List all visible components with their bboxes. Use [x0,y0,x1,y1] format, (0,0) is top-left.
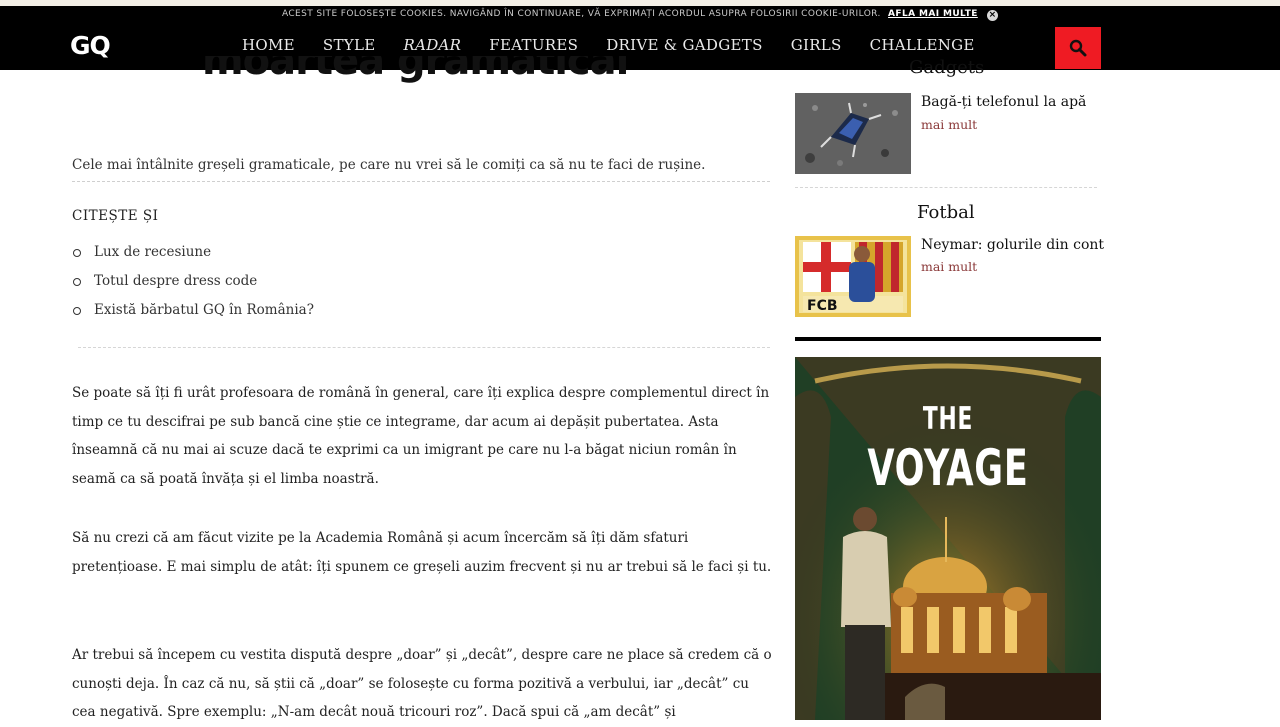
more-link[interactable]: mai mult [921,259,977,274]
football-thumbnail[interactable]: FCB [795,236,911,317]
article-paragraph: Se poate să îți fi urât profesoara de ro… [72,385,770,487]
nav-features[interactable]: FEATURES [489,36,578,54]
search-icon [1069,39,1087,57]
close-icon[interactable]: × [987,10,999,21]
related-link[interactable]: Există bărbatul GQ în România? [72,302,314,331]
cookie-more-link[interactable]: AFLA MAI MULTE [888,9,978,19]
gadget-thumbnail[interactable] [795,93,911,174]
divider [78,347,770,348]
more-link[interactable]: mai mult [921,117,977,132]
article-paragraph: Ar trebui să începem cu vestita dispută … [72,647,772,720]
ad-title-line2: VOYAGE [867,439,1029,497]
advertisement-banner[interactable]: THE VOYAGE [795,357,1101,720]
sidebar-section-title: Gadgets [909,59,985,78]
main-nav: HOME STYLE RADAR FEATURES DRIVE & GADGET… [242,36,1003,54]
nav-home[interactable]: HOME [242,36,295,54]
cookie-bar: ACEST SITE FOLOSEȘTE COOKIES. NAVIGÂND Î… [0,9,1280,25]
gadget-photo [795,93,911,174]
cookie-text: ACEST SITE FOLOSEȘTE COOKIES. NAVIGÂND Î… [281,9,881,19]
related-link[interactable]: Totul despre dress code [72,273,314,302]
gq-logo[interactable]: GQ [70,31,111,60]
search-button[interactable] [1055,27,1101,69]
nav-radar[interactable]: RADAR [403,36,461,54]
sidebar-headline[interactable]: Neymar: golurile din cont [921,237,1104,253]
nav-girls[interactable]: GIRLS [791,36,842,54]
football-photo: FCB [795,236,911,317]
article-lead: Cele mai întâlnite greșeli gramaticale, … [72,157,706,173]
ad-title-line1: THE [922,401,974,437]
read-also-heading: CITEȘTE ȘI [72,208,159,224]
related-link[interactable]: Lux de recesiune [72,244,314,273]
article-paragraph: Să nu crezi că am făcut vizite pe la Aca… [72,530,772,575]
article-headline: moartea gramatical [202,56,629,84]
svg-text:FCB: FCB [807,298,838,314]
sidebar-headline[interactable]: Bagă-ți telefonul la apă [921,94,1086,110]
divider [795,187,1097,188]
nav-drive-gadgets[interactable]: DRIVE & GADGETS [606,36,762,54]
section-rule [795,337,1101,341]
related-list: Lux de recesiune Totul despre dress code… [72,244,314,331]
sidebar-section-title: Fotbal [917,202,975,223]
divider [72,181,770,182]
nav-style[interactable]: STYLE [323,36,376,54]
nav-challenge[interactable]: CHALLENGE [870,36,975,54]
